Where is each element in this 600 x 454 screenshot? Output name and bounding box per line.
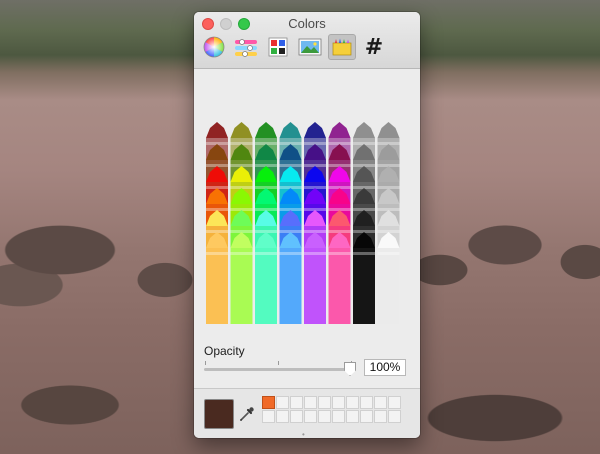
title-bar[interactable]: Colors #	[194, 12, 420, 69]
swatch-cell[interactable]	[262, 410, 275, 423]
swatch-cell[interactable]	[304, 410, 317, 423]
swatch-cell[interactable]	[332, 410, 345, 423]
swatch-grid[interactable]	[262, 396, 401, 423]
opacity-slider-track[interactable]	[204, 368, 352, 371]
slider-tick	[205, 361, 206, 365]
opacity-field[interactable]: 100%	[364, 359, 406, 376]
swatch-cell[interactable]	[360, 410, 373, 423]
current-color-well[interactable]	[204, 399, 234, 429]
eyedropper-icon[interactable]	[238, 405, 256, 423]
swatch-cell[interactable]	[374, 410, 387, 423]
image-palettes-icon	[298, 38, 322, 56]
crayon[interactable]	[353, 232, 375, 324]
swatch-cell[interactable]	[318, 396, 331, 409]
crayons-tab[interactable]	[328, 34, 356, 60]
swatch-cell[interactable]	[346, 396, 359, 409]
resize-grip[interactable]: •	[302, 430, 310, 438]
window-title: Colors	[288, 16, 326, 31]
color-palettes-icon	[268, 37, 288, 57]
crayon[interactable]	[304, 232, 326, 324]
swatch-cell[interactable]	[388, 396, 401, 409]
opacity-slider[interactable]	[204, 360, 356, 380]
hex-tab[interactable]: #	[360, 34, 388, 60]
color-sliders-icon	[235, 39, 257, 57]
color-sliders-tab[interactable]	[232, 34, 260, 60]
swatch-cell[interactable]	[332, 396, 345, 409]
colors-window[interactable]: Colors # Opacity 100% •	[194, 12, 420, 438]
swatch-cell[interactable]	[290, 410, 303, 423]
swatch-cell[interactable]	[360, 396, 373, 409]
swatch-cell[interactable]	[276, 396, 289, 409]
color-wheel-tab[interactable]	[200, 34, 228, 60]
crayon[interactable]	[230, 232, 253, 324]
crayon[interactable]	[377, 232, 400, 324]
swatch-cell[interactable]	[304, 396, 317, 409]
hex-icon: #	[364, 34, 384, 60]
slider-tick	[278, 361, 279, 365]
bottom-bar: •	[194, 388, 420, 438]
opacity-label: Opacity	[204, 344, 245, 358]
swatch-cell[interactable]	[262, 396, 275, 409]
swatch-cell[interactable]	[318, 410, 331, 423]
swatch-cell[interactable]	[374, 396, 387, 409]
color-wheel-icon	[203, 36, 225, 58]
swatch-cell[interactable]	[276, 410, 289, 423]
crayon[interactable]	[206, 232, 228, 324]
opacity-slider-knob[interactable]	[344, 362, 356, 376]
swatch-cell[interactable]	[388, 410, 401, 423]
swatch-cell[interactable]	[346, 410, 359, 423]
crayon[interactable]	[255, 232, 277, 324]
swatch-cell[interactable]	[290, 396, 303, 409]
crayon[interactable]	[328, 232, 351, 324]
crayons-icon	[332, 38, 352, 56]
crayon[interactable]	[279, 232, 302, 324]
image-palettes-tab[interactable]	[296, 34, 324, 60]
color-palettes-tab[interactable]	[264, 34, 292, 60]
crayon-box[interactable]	[202, 112, 412, 324]
